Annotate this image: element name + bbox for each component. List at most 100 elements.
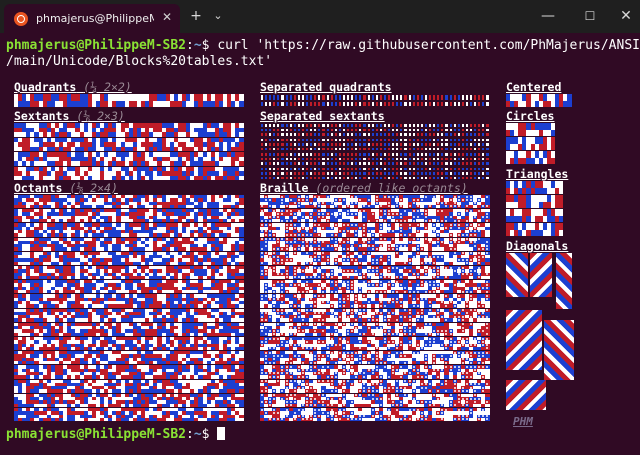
block-glyph — [227, 280, 236, 294]
block-glyph — [194, 351, 203, 365]
block-glyph — [268, 223, 277, 237]
profile-dropdown-button[interactable]: ⌄ — [208, 6, 228, 26]
block-glyph — [399, 294, 408, 308]
block-glyph — [317, 379, 326, 393]
block-glyph — [342, 280, 351, 294]
block-glyph — [481, 322, 490, 336]
block-glyph — [407, 280, 416, 294]
block-glyph — [448, 266, 457, 280]
block-glyph — [186, 337, 195, 351]
block-glyph — [14, 322, 23, 336]
block-glyph — [284, 393, 293, 407]
block-glyph — [547, 123, 556, 136]
block-glyph — [145, 223, 154, 237]
block-glyph — [153, 294, 162, 308]
block-glyph — [432, 393, 441, 407]
block-glyph — [128, 195, 137, 209]
block-glyph — [112, 308, 121, 322]
block-glyph — [145, 152, 154, 166]
block-glyph — [350, 223, 359, 237]
block-glyph — [186, 351, 195, 365]
block-glyph — [161, 152, 170, 166]
block-glyph — [416, 138, 424, 152]
heading-quadrants: Quadrants (¼ 2×2) — [14, 80, 132, 94]
block-glyph — [194, 266, 203, 280]
block-glyph — [178, 351, 187, 365]
block-glyph — [440, 94, 448, 107]
block-glyph — [112, 94, 121, 107]
block-glyph — [38, 393, 47, 407]
block-glyph — [292, 237, 301, 251]
block-glyph — [104, 223, 113, 237]
block-glyph — [522, 151, 531, 164]
block-glyph — [96, 408, 105, 422]
block-glyph — [408, 138, 416, 152]
block-glyph — [473, 393, 482, 407]
block-glyph — [276, 393, 285, 407]
block-glyph — [153, 209, 162, 223]
block-glyph — [325, 195, 334, 209]
block-glyph — [309, 195, 318, 209]
block-glyph — [30, 223, 39, 237]
prompt-path: ~ — [193, 38, 202, 53]
block-glyph — [268, 365, 277, 379]
block-glyph — [284, 337, 293, 351]
block-glyph — [292, 294, 301, 308]
block-glyph — [399, 223, 408, 237]
block-glyph — [87, 351, 96, 365]
block-glyph — [30, 280, 39, 294]
block-glyph — [481, 393, 490, 407]
heading-sextants: Sextants (⅙ 2×3) — [14, 109, 125, 123]
block-glyph — [358, 294, 367, 308]
block-glyph — [169, 195, 178, 209]
block-glyph — [383, 94, 391, 107]
block-glyph — [333, 408, 342, 422]
block-glyph — [112, 294, 121, 308]
block-glyph — [465, 123, 473, 137]
prompt-line[interactable]: phmajerus@PhilippeM-SB2:~$ — [6, 427, 226, 443]
block-glyph — [317, 337, 326, 351]
block-glyph — [87, 237, 96, 251]
block-glyph — [383, 337, 392, 351]
block-glyph — [309, 393, 318, 407]
block-glyph — [448, 280, 457, 294]
block-glyph — [399, 393, 408, 407]
block-glyph — [128, 166, 137, 180]
block-glyph — [14, 123, 23, 137]
block-glyph — [268, 138, 276, 152]
terminal-tab[interactable]: phmajerus@PhilippeM-SB2: ~ ✕ — [4, 4, 180, 33]
block-glyph — [79, 408, 88, 422]
block-glyph — [342, 393, 351, 407]
block-glyph — [342, 195, 351, 209]
block-glyph — [87, 123, 96, 137]
block-glyph — [219, 280, 228, 294]
maximize-button[interactable]: ☐ — [580, 6, 600, 26]
block-glyph — [55, 294, 64, 308]
block-glyph — [87, 365, 96, 379]
block-glyph — [202, 280, 211, 294]
new-tab-button[interactable]: + — [186, 6, 206, 26]
block-glyph — [210, 365, 219, 379]
block-glyph — [219, 308, 228, 322]
minimize-button[interactable]: — — [538, 6, 558, 26]
block-glyph — [186, 166, 195, 180]
block-glyph — [178, 123, 187, 137]
block-glyph — [555, 94, 564, 107]
block-glyph — [456, 351, 465, 365]
block-glyph — [333, 379, 342, 393]
block-glyph — [268, 123, 276, 137]
block-glyph — [87, 137, 96, 151]
tab-close-icon[interactable]: ✕ — [162, 10, 172, 24]
block-glyph — [367, 167, 375, 181]
block-glyph — [465, 167, 473, 181]
block-glyph — [456, 223, 465, 237]
close-button[interactable]: ✕ — [616, 6, 636, 26]
sextants-note: (⅙ 2×3) — [76, 109, 125, 123]
block-glyph — [22, 94, 31, 107]
block-glyph — [317, 308, 326, 322]
block-glyph — [46, 266, 55, 280]
block-glyph — [161, 237, 170, 251]
block-glyph — [334, 167, 342, 181]
block-glyph — [186, 379, 195, 393]
block-glyph — [219, 137, 228, 151]
